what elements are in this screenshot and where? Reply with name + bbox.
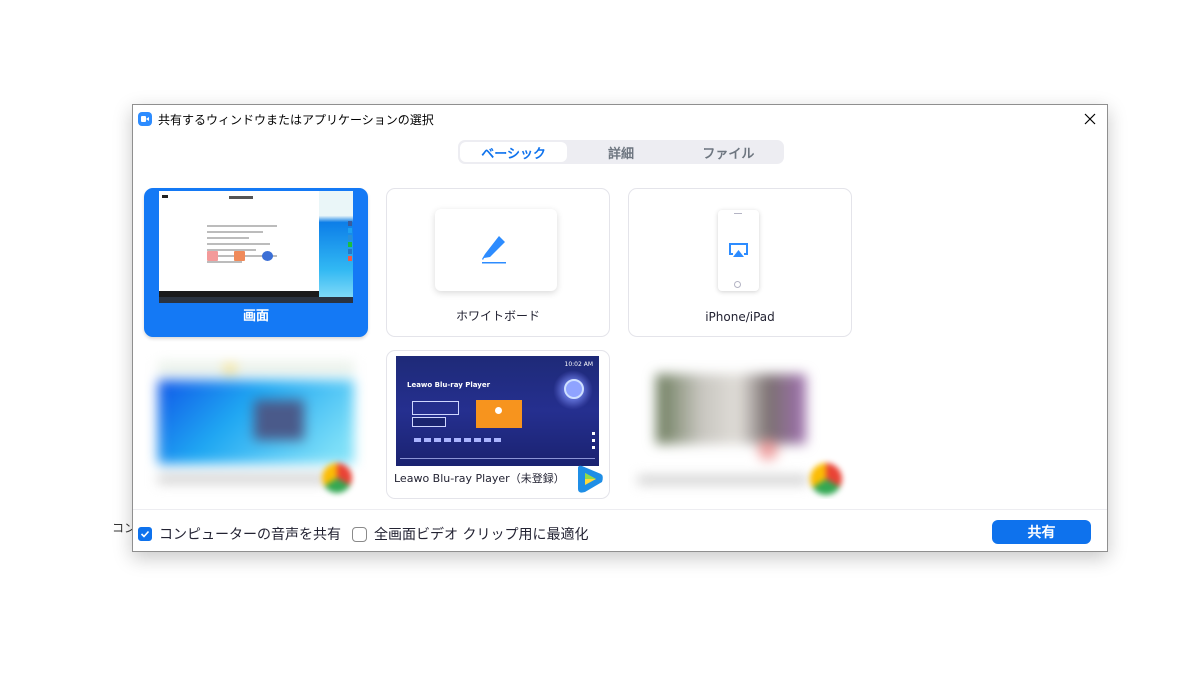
close-button[interactable] [1079,109,1101,129]
optimize-video-label: 全画面ビデオ クリップ用に最適化 [374,527,589,543]
close-icon [1084,113,1096,125]
chrome-icon [810,463,842,495]
footer-divider [133,509,1107,510]
source-card-leawo[interactable]: 10:02 AM Leawo Blu-ray Player Leawo Blu-… [386,350,610,499]
chrome-icon [322,463,352,493]
dialog-title: 共有するウィンドウまたはアプリケーションの選択 [158,113,434,127]
screen-preview-thumbnail [159,191,353,303]
share-button[interactable]: 共有 [992,520,1091,544]
title-bar: 共有するウィンドウまたはアプリケーションの選択 [133,105,1107,133]
pen-icon [482,236,506,264]
optimize-video-option[interactable]: 全画面ビデオ クリップ用に最適化 [352,524,588,544]
tab-advanced[interactable]: 詳細 [567,142,674,162]
source-label: Leawo Blu-ray Player（未登録） [394,472,565,485]
share-audio-checkbox[interactable] [138,527,152,541]
tab-bar: ベーシック 詳細 ファイル [458,140,784,164]
source-label: ホワイトボード [455,309,540,323]
leawo-clock: 10:02 AM [564,361,593,368]
source-card-screen[interactable]: 画面 [144,188,368,337]
share-screen-dialog: 共有するウィンドウまたはアプリケーションの選択 ベーシック 詳細 ファイル 画面… [132,104,1108,552]
leawo-preview-thumbnail: 10:02 AM Leawo Blu-ray Player [396,356,599,466]
tab-files[interactable]: ファイル [675,142,782,162]
source-card-window-blurred[interactable] [144,350,368,499]
source-label: 画面 [242,309,269,324]
source-label: iPhone/iPad [705,310,775,324]
share-audio-option[interactable]: コンピューターの音声を共有 [138,524,341,544]
optimize-video-checkbox[interactable] [352,526,367,542]
leawo-preview-title: Leawo Blu-ray Player [407,381,491,389]
share-audio-label: コンピューターの音声を共有 [159,527,341,543]
tab-basic[interactable]: ベーシック [460,142,568,162]
source-card-iphone-ipad[interactable]: iPhone/iPad [628,188,852,337]
whiteboard-preview [435,209,557,291]
airplay-icon [729,243,748,257]
source-card-whiteboard[interactable]: ホワイトボード [386,188,610,337]
leawo-play-icon [578,465,603,493]
zoom-camera-icon [138,112,152,126]
source-card-window-blurred[interactable] [628,350,852,499]
checkmark-icon [140,530,150,538]
phone-preview [718,210,759,291]
